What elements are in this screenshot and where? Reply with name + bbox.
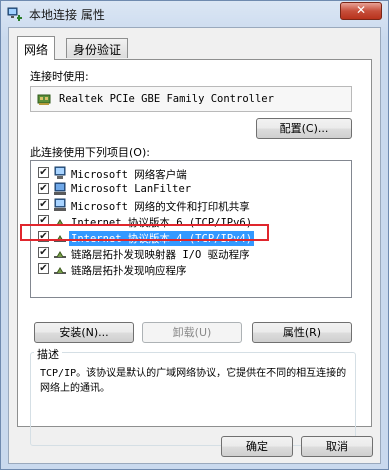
protocol-icon [53, 246, 67, 260]
install-button[interactable]: 安装(N)... [34, 322, 134, 343]
list-item[interactable]: ✔ Microsoft 网络的文件和打印机共享 [31, 197, 351, 213]
dialog-client-area: 网络 身份验证 连接时使用: Realtek PCIe GBE Family C… [8, 27, 381, 464]
item-label: Microsoft 网络客户端 [71, 169, 187, 181]
properties-button[interactable]: 属性(R) [252, 322, 352, 343]
item-label: Microsoft LanFilter [71, 183, 192, 195]
tab-networking[interactable]: 网络 [17, 36, 56, 60]
checkbox-lltd-mapper[interactable]: ✔ [38, 247, 49, 258]
adapter-field: Realtek PCIe GBE Family Controller [30, 86, 352, 112]
title-bar[interactable]: 本地连接 属性 ✕ [1, 1, 388, 27]
list-item[interactable]: ✔ Microsoft LanFilter [31, 181, 351, 197]
description-text: TCP/IP。该协议是默认的广域网络协议，它提供在不同的相互连接的网络上的通讯。 [40, 368, 347, 394]
checkbox-lanfilter[interactable]: ✔ [38, 183, 49, 194]
cancel-button[interactable]: 取消 [301, 436, 373, 457]
service-icon [53, 182, 67, 196]
item-label: Microsoft 网络的文件和打印机共享 [71, 201, 250, 213]
tab-authentication[interactable]: 身份验证 [66, 38, 129, 58]
ok-button[interactable]: 确定 [221, 436, 293, 457]
list-item[interactable]: ✔ 链路层拓扑发现响应程序 [31, 261, 351, 277]
file-printer-sharing-icon [53, 198, 67, 212]
adapter-name: Realtek PCIe GBE Family Controller [59, 93, 274, 105]
uninstall-button[interactable]: 卸载(U) [142, 322, 242, 343]
window-title: 本地连接 属性 [29, 8, 105, 22]
network-adapter-icon [37, 92, 51, 106]
network-connection-icon [7, 6, 23, 22]
close-icon: ✕ [355, 3, 367, 17]
network-client-icon [53, 166, 67, 180]
configure-button[interactable]: 配置(C)... [256, 118, 352, 139]
close-button[interactable]: ✕ [340, 2, 382, 20]
item-label: 链路层拓扑发现响应程序 [71, 265, 187, 277]
list-item[interactable]: ✔ Microsoft 网络客户端 [31, 165, 351, 181]
checkbox-file-sharing[interactable]: ✔ [38, 199, 49, 210]
item-label: 链路层拓扑发现映射器 I/O 驱动程序 [71, 249, 250, 261]
checkbox-client[interactable]: ✔ [38, 167, 49, 178]
checkbox-lltd-responder[interactable]: ✔ [38, 263, 49, 274]
tab-panel: 连接时使用: Realtek PCIe GBE Family Controlle… [17, 59, 372, 446]
list-item[interactable]: ✔ 链路层拓扑发现映射器 I/O 驱动程序 [31, 245, 351, 261]
description-title: 描述 [34, 346, 62, 362]
annotation-highlight-box [20, 224, 269, 241]
items-label: 此连接使用下列项目(O): [30, 146, 150, 159]
protocol-icon [53, 262, 67, 276]
connect-using-label: 连接时使用: [30, 70, 89, 83]
